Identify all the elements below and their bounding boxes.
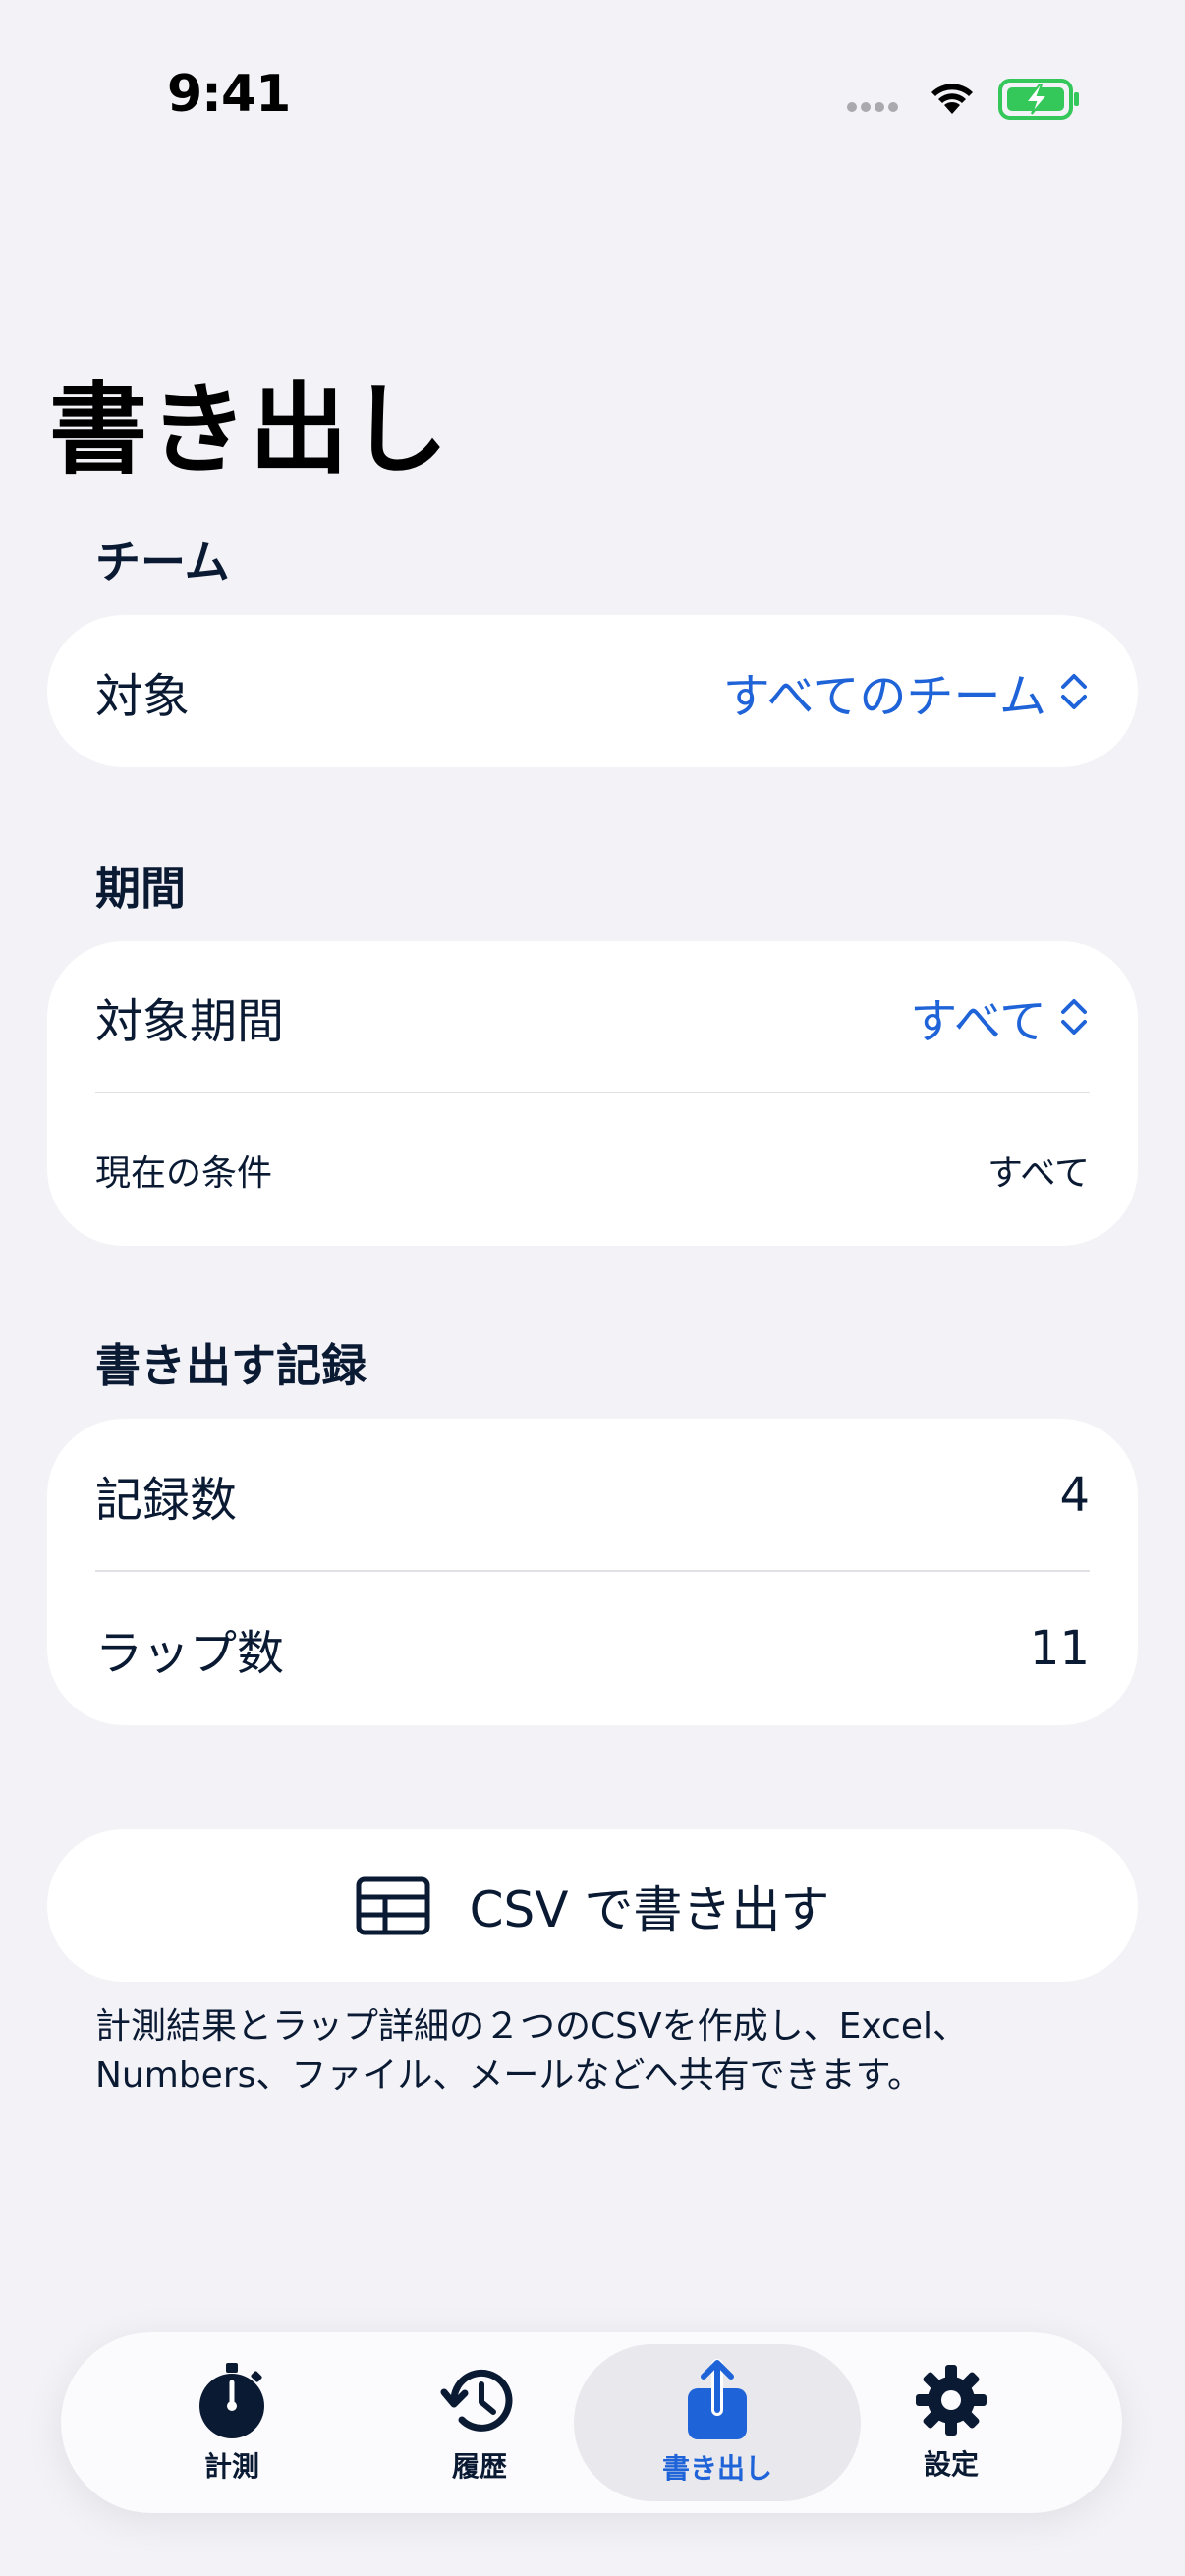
wifi-icon (931, 84, 973, 114)
tab-measure[interactable]: 計測 (88, 2344, 375, 2501)
record-count-label: 記録数 (95, 1472, 238, 1528)
battery-charging-icon (998, 79, 1079, 120)
current-condition-value: すべて (987, 1152, 1090, 1194)
team-section-header: チーム (95, 535, 230, 588)
lap-count-label: ラップ数 (95, 1626, 285, 1681)
lap-count-row: ラップ数 11 (95, 1572, 1090, 1725)
export-csv-label: CSV で書き出す (469, 1880, 830, 1938)
team-picker-value: すべてのチーム (722, 668, 1046, 724)
page-title: 書き出し (49, 372, 450, 487)
period-picker-value: すべて (910, 994, 1046, 1049)
tab-settings[interactable]: 設定 (808, 2344, 1095, 2501)
period-row[interactable]: 対象期間 すべて (95, 941, 1090, 1092)
period-section-header: 期間 (95, 862, 186, 915)
team-target-row[interactable]: 対象 すべてのチーム (95, 615, 1090, 767)
record-count-row: 記録数 4 (95, 1419, 1090, 1571)
stopwatch-icon (199, 2363, 264, 2438)
period-picker[interactable]: すべて (910, 982, 1090, 1051)
export-footnote: 計測結果とラップ詳細の２つのCSVを作成し、Excel、Numbers、ファイル… (95, 2006, 968, 2096)
tab-history-label: 履歴 (451, 2450, 507, 2483)
lap-count-value: 11 (1029, 1621, 1090, 1676)
period-card: 対象期間 すべて 現在の条件 すべて (47, 941, 1138, 1246)
export-csv-button[interactable]: CSV で書き出す (47, 1829, 1138, 1982)
tab-bar: 計測 履歴 書き出し 設定 (61, 2332, 1122, 2513)
records-card: 記録数 4 ラップ数 11 (47, 1419, 1138, 1725)
team-card: 対象 すべてのチーム (47, 615, 1138, 767)
chevron-up-down-icon (1061, 673, 1087, 709)
gear-icon (916, 2365, 987, 2436)
tab-settings-label: 設定 (923, 2448, 979, 2481)
records-section-header: 書き出す記録 (95, 1339, 367, 1392)
chevron-up-down-icon (1061, 999, 1087, 1035)
share-icon (688, 2359, 747, 2439)
signal-dots-icon (847, 102, 898, 112)
table-icon (356, 1876, 430, 1934)
period-label: 対象期間 (95, 994, 285, 1049)
current-condition-label: 現在の条件 (95, 1152, 273, 1194)
status-time: 9:41 (167, 65, 291, 124)
tab-measure-label: 計測 (203, 2450, 259, 2483)
record-count-value: 4 (1059, 1467, 1090, 1523)
history-icon (440, 2369, 513, 2432)
team-target-label: 対象 (95, 668, 191, 724)
tab-export-label: 書き出し (661, 2452, 772, 2485)
team-picker[interactable]: すべてのチーム (723, 657, 1090, 726)
current-condition-row: 現在の条件 すべて (95, 1093, 1090, 1246)
